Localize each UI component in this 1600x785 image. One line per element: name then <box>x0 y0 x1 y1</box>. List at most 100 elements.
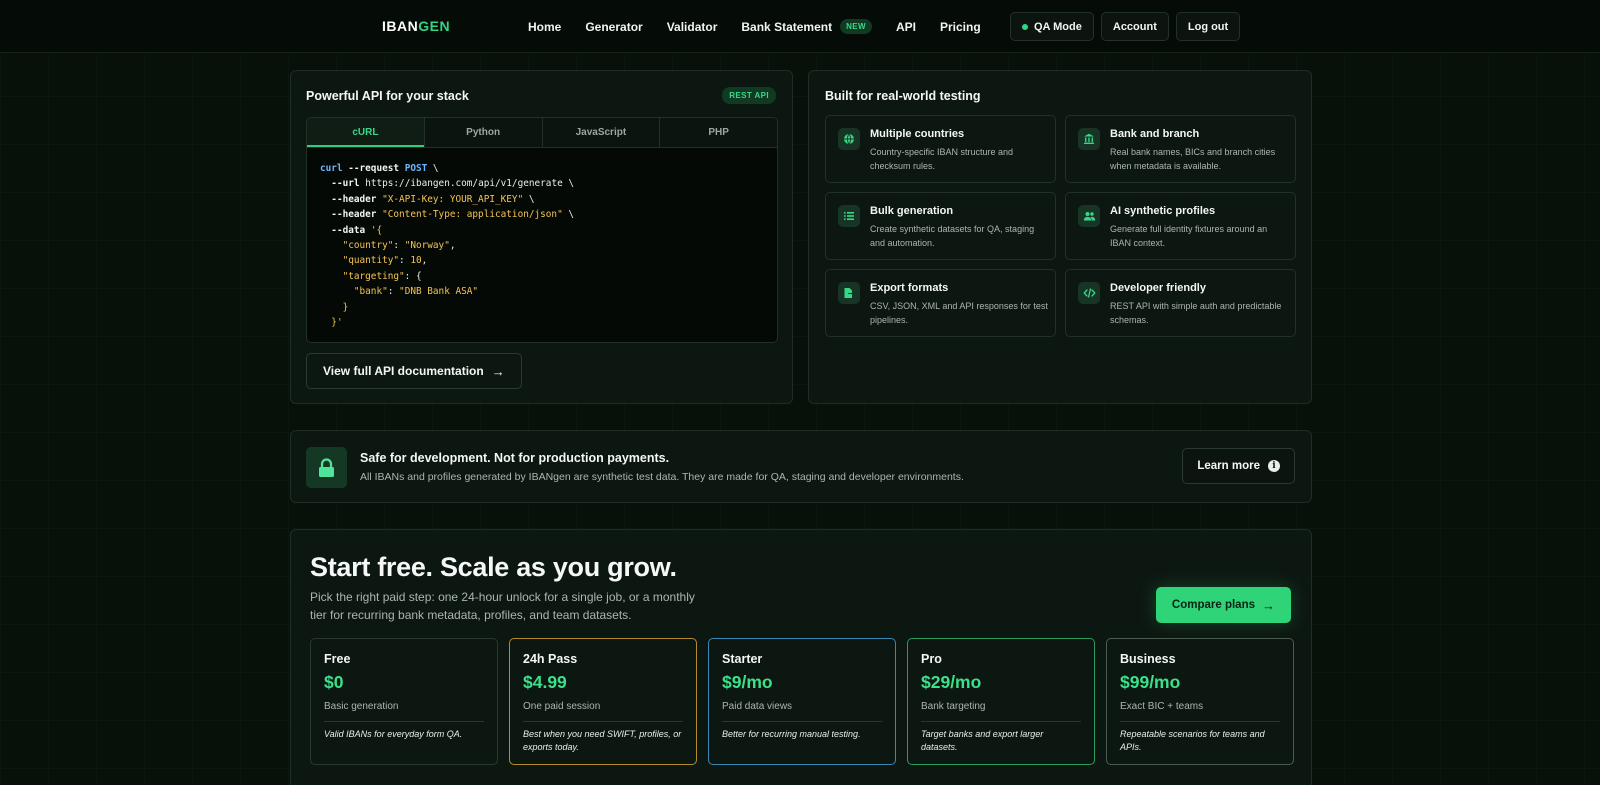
plan-desc: Exact BIC + teams <box>1120 701 1204 712</box>
code-url: https://ibangen.com/api/v1/generate <box>365 178 563 190</box>
plan-price: $99/mo <box>1120 672 1181 692</box>
feature-desc: Country-specific IBAN structure and chec… <box>870 147 1014 171</box>
code-block: curl --request POST \ --url https://iban… <box>320 163 575 329</box>
list-icon <box>838 205 860 227</box>
code-flag: --header <box>331 193 377 205</box>
nav-link-home[interactable]: Home <box>528 20 561 34</box>
plan-divider <box>324 721 484 722</box>
bank-icon <box>1078 128 1100 150</box>
code-method: POST <box>404 163 428 174</box>
features-card-title: Built for real-world testing <box>825 89 981 103</box>
rest-api-badge: REST API <box>722 87 776 104</box>
learn-more-label: Learn more <box>1197 460 1260 472</box>
plan-list: Free $0 Basic generation Valid IBANs for… <box>310 638 1294 765</box>
code-string: '{ <box>370 224 383 236</box>
info-icon: i <box>1268 460 1280 472</box>
feature-title: Developer friendly <box>1110 282 1206 294</box>
code-flag: --header <box>331 209 377 221</box>
plan-divider <box>523 721 683 722</box>
code-key: "country" <box>342 240 394 252</box>
view-api-docs-button[interactable]: View full API documentation → <box>306 353 522 389</box>
plan-name: 24h Pass <box>523 652 578 666</box>
plan-desc: Bank targeting <box>921 701 986 712</box>
users-icon <box>1078 205 1100 227</box>
plan-divider <box>722 721 882 722</box>
arrow-right-icon: → <box>1262 597 1275 613</box>
logo[interactable]: IBAN GEN <box>382 18 450 34</box>
plan-note: Best when you need SWIFT, profiles, or e… <box>523 729 682 752</box>
plan-desc: Paid data views <box>722 701 793 712</box>
feature-item: Bank and branch Real bank names, BICs an… <box>1065 115 1296 183</box>
nav-link-validator[interactable]: Validator <box>667 20 718 34</box>
plan-card-pro[interactable]: Pro $29/mo Bank targeting Target banks a… <box>907 638 1095 765</box>
code-icon <box>1078 282 1100 304</box>
plan-price: $4.99 <box>523 672 567 692</box>
code-string: "X-API-Key: YOUR_API_KEY" <box>382 193 524 205</box>
nav-link-pricing[interactable]: Pricing <box>940 20 981 34</box>
file-export-icon <box>838 282 860 304</box>
plan-note: Repeatable scenarios for teams and APIs. <box>1120 729 1265 752</box>
code-key: "bank" <box>353 286 388 298</box>
tab-php[interactable]: PHP <box>660 118 777 147</box>
logo-text-primary: IBAN <box>382 18 419 34</box>
code-flag: --request <box>348 163 400 174</box>
plan-desc: One paid session <box>523 701 601 712</box>
code-example: cURL Python JavaScript PHP curl --reques… <box>306 117 778 343</box>
api-card-title: Powerful API for your stack <box>306 89 469 103</box>
feature-title: AI synthetic profiles <box>1110 205 1216 217</box>
plan-note: Target banks and export larger datasets. <box>921 729 1044 752</box>
main-nav: Home Generator Validator Bank Statement … <box>528 0 1005 53</box>
plan-card-24h-pass[interactable]: 24h Pass $4.99 One paid session Best whe… <box>509 638 697 765</box>
pricing-subtitle: Pick the right paid step: one 24-hour un… <box>310 590 695 622</box>
nav-actions: QA Mode Account Log out <box>1010 12 1241 41</box>
language-tabs: cURL Python JavaScript PHP <box>307 118 777 148</box>
plan-divider <box>1120 721 1280 722</box>
safety-title: Safe for development. Not for production… <box>360 451 670 465</box>
feature-title: Multiple countries <box>870 128 965 140</box>
feature-item: AI synthetic profiles Generate full iden… <box>1065 192 1296 260</box>
code-cmd: curl <box>320 163 343 174</box>
compare-plans-label: Compare plans <box>1171 599 1255 611</box>
feature-desc: Create synthetic datasets for QA, stagin… <box>870 224 1035 248</box>
logout-button[interactable]: Log out <box>1175 12 1241 41</box>
plan-name: Free <box>324 652 351 666</box>
tab-javascript[interactable]: JavaScript <box>543 118 661 147</box>
feature-desc: REST API with simple auth and predictabl… <box>1110 301 1282 325</box>
plan-note: Better for recurring manual testing. <box>722 729 861 739</box>
globe-icon <box>838 128 860 150</box>
logo-text-accent: GEN <box>418 18 451 34</box>
feature-title: Export formats <box>870 282 949 294</box>
plan-card-starter[interactable]: Starter $9/mo Paid data views Better for… <box>708 638 896 765</box>
feature-item: Multiple countries Country-specific IBAN… <box>825 115 1056 183</box>
plan-card-business[interactable]: Business $99/mo Exact BIC + teams Repeat… <box>1106 638 1294 765</box>
nav-link-api[interactable]: API <box>896 20 916 34</box>
features-grid: Multiple countries Country-specific IBAN… <box>825 115 1296 337</box>
code-string: "Content-Type: application/json" <box>382 209 563 221</box>
new-badge: NEW <box>840 19 872 34</box>
compare-plans-button[interactable]: Compare plans → <box>1155 587 1291 623</box>
pricing-section: Start free. Scale as you grow. Pick the … <box>290 529 1312 785</box>
safety-banner: Safe for development. Not for production… <box>290 430 1312 503</box>
tab-curl[interactable]: cURL <box>307 118 425 147</box>
learn-more-button[interactable]: Learn more i <box>1182 448 1295 484</box>
safety-description: All IBANs and profiles generated by IBAN… <box>360 471 964 483</box>
plan-price: $9/mo <box>722 672 773 692</box>
qa-mode-button[interactable]: QA Mode <box>1010 12 1094 41</box>
nav-link-bank-statement[interactable]: Bank Statement NEW <box>741 19 872 34</box>
feature-desc: CSV, JSON, XML and API responses for tes… <box>870 301 1048 325</box>
plan-name: Starter <box>722 652 763 666</box>
plan-card-free[interactable]: Free $0 Basic generation Valid IBANs for… <box>310 638 498 765</box>
plan-divider <box>921 721 1081 722</box>
account-button[interactable]: Account <box>1100 12 1169 41</box>
plan-name: Pro <box>921 652 942 666</box>
pricing-title: Start free. Scale as you grow. <box>310 552 677 582</box>
nav-link-generator[interactable]: Generator <box>585 20 642 34</box>
tab-python[interactable]: Python <box>425 118 543 147</box>
feature-item: Developer friendly REST API with simple … <box>1065 269 1296 337</box>
code-flag: --url <box>331 178 360 190</box>
code-value: "Norway" <box>404 240 450 252</box>
status-dot-icon <box>1022 23 1028 30</box>
lock-icon <box>306 447 347 488</box>
code-brace: }' <box>331 317 343 329</box>
code-key: "quantity" <box>342 255 400 267</box>
